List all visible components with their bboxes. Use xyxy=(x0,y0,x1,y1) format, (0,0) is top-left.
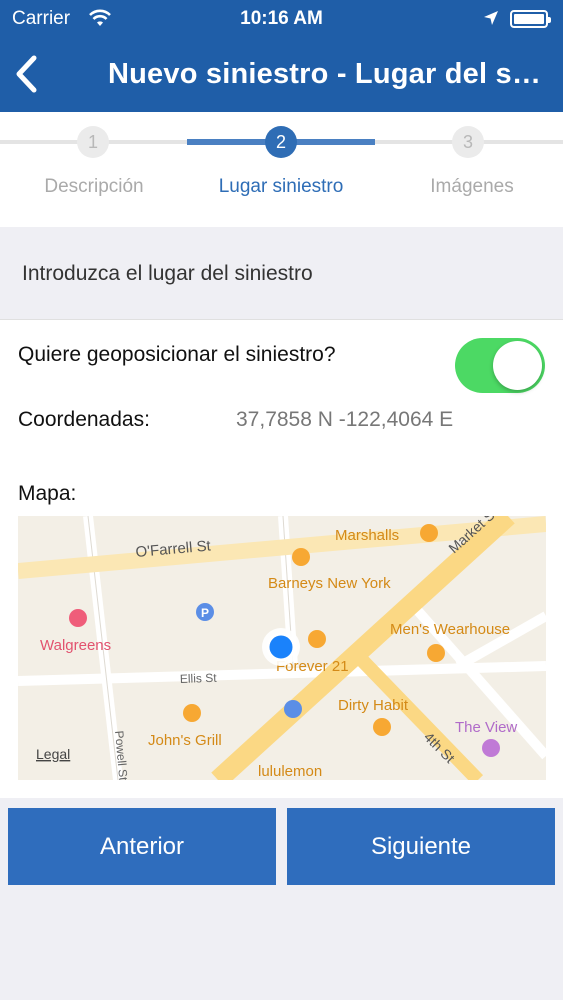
clock: 10:16 AM xyxy=(240,8,323,29)
map-legal-link[interactable]: Legal xyxy=(36,746,70,762)
bar-icon xyxy=(482,739,500,757)
poi-label-marshalls: Marshalls xyxy=(335,527,399,544)
shopping-bag-icon xyxy=(427,644,445,662)
section-title: Introduzca el lugar del siniestro xyxy=(22,262,313,285)
page-title: Nuevo siniestro - Lugar del siniestro xyxy=(108,58,548,90)
svg-text:P: P xyxy=(201,606,209,620)
navigation-bar: Nuevo siniestro - Lugar del siniestro xyxy=(0,38,563,112)
transit-icon xyxy=(284,700,302,718)
previous-button[interactable]: Anterior xyxy=(8,808,276,885)
poi-label-lululemon: lululemon xyxy=(258,763,322,780)
shopping-bag-icon xyxy=(292,548,310,566)
poi-label-mens-wearhouse: Men's Wearhouse xyxy=(390,621,510,638)
step-3-label[interactable]: Imágenes xyxy=(378,176,563,198)
geoposition-toggle[interactable] xyxy=(455,338,545,393)
step-1-label[interactable]: Descripción xyxy=(0,176,188,198)
step-2-label[interactable]: Lugar siniestro xyxy=(187,176,375,198)
coordinates-label: Coordenadas: xyxy=(18,408,150,431)
poi-label-walgreens: Walgreens xyxy=(40,637,111,654)
step-3-indicator[interactable]: 3 xyxy=(452,126,484,158)
location-arrow-icon xyxy=(484,11,498,25)
location-form: Quiere geoposicionar el siniestro? Coord… xyxy=(0,320,563,798)
shopping-bag-icon xyxy=(420,524,438,542)
section-header: Introduzca el lugar del siniestro xyxy=(0,227,563,320)
pharmacy-icon xyxy=(69,609,87,627)
restaurant-icon xyxy=(183,704,201,722)
step-2-indicator[interactable]: 2 xyxy=(265,126,297,158)
restaurant-icon xyxy=(373,718,391,736)
toggle-knob xyxy=(493,341,542,390)
status-bar: Carrier 10:16 AM xyxy=(0,0,563,38)
map-view[interactable]: O'Farrell St Ellis St Powell St Market S… xyxy=(18,516,546,780)
coordinates-value: 37,7858 N -122,4064 E xyxy=(236,408,454,431)
battery-icon xyxy=(510,10,551,28)
location-pin-icon[interactable] xyxy=(266,632,296,662)
next-button[interactable]: Siguiente xyxy=(287,808,555,885)
back-chevron-icon[interactable] xyxy=(8,52,48,96)
map-label: Mapa: xyxy=(18,482,77,505)
progress-stepper: 1 2 3 Descripción Lugar siniestro Imágen… xyxy=(0,112,563,227)
step-1-indicator[interactable]: 1 xyxy=(77,126,109,158)
poi-label-the-view: The View xyxy=(455,719,517,736)
poi-label-barneys: Barneys New York xyxy=(268,575,391,592)
poi-label-dirty-habit: Dirty Habit xyxy=(338,697,409,714)
geoposition-label: Quiere geoposicionar el siniestro? xyxy=(18,343,336,366)
poi-label-johns-grill: John's Grill xyxy=(148,732,222,749)
shopping-bag-icon xyxy=(308,630,326,648)
street-label-ellis: Ellis St xyxy=(180,671,218,686)
